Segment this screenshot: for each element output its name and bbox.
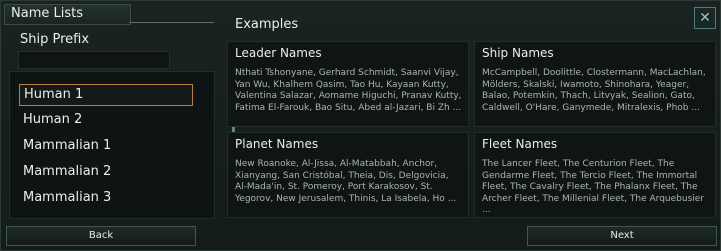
examples-title: Examples <box>235 17 299 32</box>
list-item-human-1[interactable]: Human 1 <box>19 84 193 106</box>
ship-prefix-input[interactable] <box>18 51 170 69</box>
card-body: Nthati Tshonyane, Gerhard Schmidt, Saanv… <box>235 68 462 113</box>
next-button[interactable]: Next <box>527 226 717 246</box>
card-title: Leader Names <box>235 46 322 60</box>
back-button[interactable]: Back <box>6 226 196 246</box>
card-body: New Roanoke, Al-Jissa, Al-Matabbah, Anch… <box>235 159 457 204</box>
list-item-human-2[interactable]: Human 2 <box>19 110 191 130</box>
window-title: Name Lists <box>11 6 83 21</box>
card-title: Ship Names <box>482 46 554 60</box>
list-item-mammalian-1[interactable]: Mammalian 1 <box>19 136 191 156</box>
window-title-tab: Name Lists <box>4 4 131 25</box>
card-title: Fleet Names <box>482 137 558 151</box>
list-item-partial: ˉ <box>40 71 47 81</box>
close-icon: ✕ <box>699 10 711 26</box>
card-body: The Lancer Fleet, The Centurion Fleet, T… <box>482 159 704 215</box>
leader-names-card: Leader Names Nthati Tshonyane, Gerhard S… <box>227 41 469 127</box>
close-button[interactable]: ✕ <box>694 7 716 29</box>
list-item-mammalian-3[interactable]: Mammalian 3 <box>19 188 191 208</box>
card-body: McCampbell, Doolittle, Clostermann, MacL… <box>482 68 706 113</box>
ship-names-card: Ship Names McCampbell, Doolittle, Closte… <box>474 41 716 127</box>
card-title: Planet Names <box>235 137 319 151</box>
ship-prefix-label: Ship Prefix <box>20 32 90 47</box>
planet-names-card: Planet Names New Roanoke, Al-Jissa, Al-M… <box>227 132 469 218</box>
list-item-mammalian-2[interactable]: Mammalian 2 <box>19 162 191 182</box>
name-list: ˉ Human 1 Human 2 Mammalian 1 Mammalian … <box>9 71 215 219</box>
name-lists-window: Name Lists Ship Prefix ˉ Human 1 Human 2… <box>0 0 721 251</box>
title-divider <box>129 22 214 23</box>
fleet-names-card: Fleet Names The Lancer Fleet, The Centur… <box>474 132 716 218</box>
